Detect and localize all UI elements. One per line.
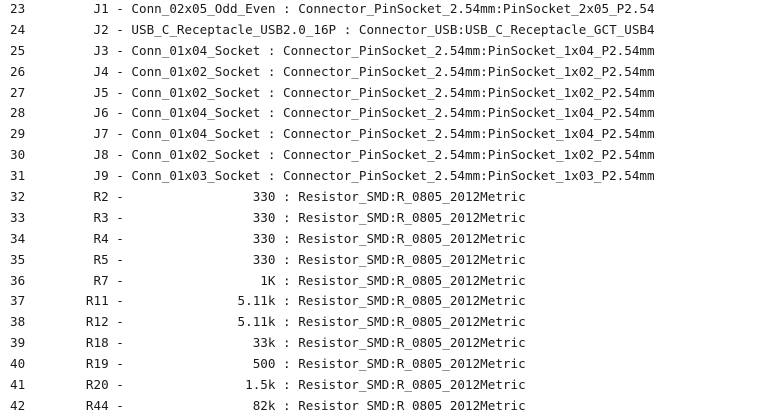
line-number: 39 [10, 335, 26, 351]
text-line: 31 J9 - Conn_01x03_Socket : Connector_Pi… [0, 166, 763, 187]
line-content: J7 - Conn_01x04_Socket : Connector_PinSo… [48, 126, 655, 142]
line-number: 37 [10, 293, 26, 309]
line-content: J6 - Conn_01x04_Socket : Connector_PinSo… [48, 105, 655, 121]
line-content: J9 - Conn_01x03_Socket : Connector_PinSo… [48, 168, 655, 184]
text-line: 24 J2 - USB_C_Receptacle_USB2.0_16P : Co… [0, 20, 763, 41]
line-number: 27 [10, 84, 26, 100]
line-number: 42 [10, 397, 26, 412]
line-content: R12 - 5.11k : Resistor_SMD:R_0805_2012Me… [48, 314, 526, 330]
text-line: 29 J7 - Conn_01x04_Socket : Connector_Pi… [0, 124, 763, 145]
line-content: J3 - Conn_01x04_Socket : Connector_PinSo… [48, 42, 655, 58]
line-number: 33 [10, 209, 26, 225]
line-content: R44 - 82k : Resistor_SMD:R_0805_2012Metr… [48, 397, 526, 412]
line-number: 31 [10, 168, 26, 184]
line-number: 28 [10, 105, 26, 121]
line-content: R3 - 330 : Resistor_SMD:R_0805_2012Metri… [48, 209, 526, 225]
line-content: R11 - 5.11k : Resistor_SMD:R_0805_2012Me… [48, 293, 526, 309]
line-content: R19 - 500 : Resistor_SMD:R_0805_2012Metr… [48, 356, 526, 372]
text-line: 26 J4 - Conn_01x02_Socket : Connector_Pi… [0, 62, 763, 83]
line-number: 30 [10, 147, 26, 163]
line-number: 38 [10, 314, 26, 330]
text-line: 30 J8 - Conn_01x02_Socket : Connector_Pi… [0, 145, 763, 166]
line-content: J1 - Conn_02x05_Odd_Even : Connector_Pin… [48, 1, 655, 16]
line-content: R18 - 33k : Resistor_SMD:R_0805_2012Metr… [48, 335, 526, 351]
text-line: 32 R2 - 330 : Resistor_SMD:R_0805_2012Me… [0, 187, 763, 208]
line-content: R4 - 330 : Resistor_SMD:R_0805_2012Metri… [48, 230, 526, 246]
text-line: 36 R7 - 1K : Resistor_SMD:R_0805_2012Met… [0, 271, 763, 292]
line-number: 36 [10, 272, 26, 288]
line-content: J8 - Conn_01x02_Socket : Connector_PinSo… [48, 147, 655, 163]
line-number: 26 [10, 63, 26, 79]
text-line: 33 R3 - 330 : Resistor_SMD:R_0805_2012Me… [0, 208, 763, 229]
text-line: 42 R44 - 82k : Resistor_SMD:R_0805_2012M… [0, 396, 763, 412]
line-content: R7 - 1K : Resistor_SMD:R_0805_2012Metric [48, 272, 526, 288]
line-number: 41 [10, 377, 26, 393]
line-content: R5 - 330 : Resistor_SMD:R_0805_2012Metri… [48, 251, 526, 267]
text-line: 27 J5 - Conn_01x02_Socket : Connector_Pi… [0, 83, 763, 104]
line-number: 40 [10, 356, 26, 372]
line-number: 29 [10, 126, 26, 142]
line-content: R2 - 330 : Resistor_SMD:R_0805_2012Metri… [48, 189, 526, 205]
line-number: 35 [10, 251, 26, 267]
text-line: 25 J3 - Conn_01x04_Socket : Connector_Pi… [0, 41, 763, 62]
text-line: 41 R20 - 1.5k : Resistor_SMD:R_0805_2012… [0, 375, 763, 396]
text-line: 37 R11 - 5.11k : Resistor_SMD:R_0805_201… [0, 291, 763, 312]
line-number: 24 [10, 21, 26, 37]
text-line: 23 J1 - Conn_02x05_Odd_Even : Connector_… [0, 0, 763, 20]
line-number: 32 [10, 189, 26, 205]
text-lines: 23 J1 - Conn_02x05_Odd_Even : Connector_… [0, 0, 763, 412]
text-line: 39 R18 - 33k : Resistor_SMD:R_0805_2012M… [0, 333, 763, 354]
line-number: 34 [10, 230, 26, 246]
line-content: J4 - Conn_01x02_Socket : Connector_PinSo… [48, 63, 655, 79]
line-content: J2 - USB_C_Receptacle_USB2.0_16P : Conne… [48, 21, 655, 37]
line-number: 25 [10, 42, 26, 58]
text-line: 28 J6 - Conn_01x04_Socket : Connector_Pi… [0, 103, 763, 124]
text-line: 35 R5 - 330 : Resistor_SMD:R_0805_2012Me… [0, 250, 763, 271]
line-number: 23 [10, 1, 26, 16]
line-content: J5 - Conn_01x02_Socket : Connector_PinSo… [48, 84, 655, 100]
text-line: 38 R12 - 5.11k : Resistor_SMD:R_0805_201… [0, 312, 763, 333]
line-content: R20 - 1.5k : Resistor_SMD:R_0805_2012Met… [48, 377, 526, 393]
text-viewer[interactable]: 23 J1 - Conn_02x05_Odd_Even : Connector_… [0, 0, 763, 412]
text-line: 40 R19 - 500 : Resistor_SMD:R_0805_2012M… [0, 354, 763, 375]
text-line: 34 R4 - 330 : Resistor_SMD:R_0805_2012Me… [0, 229, 763, 250]
